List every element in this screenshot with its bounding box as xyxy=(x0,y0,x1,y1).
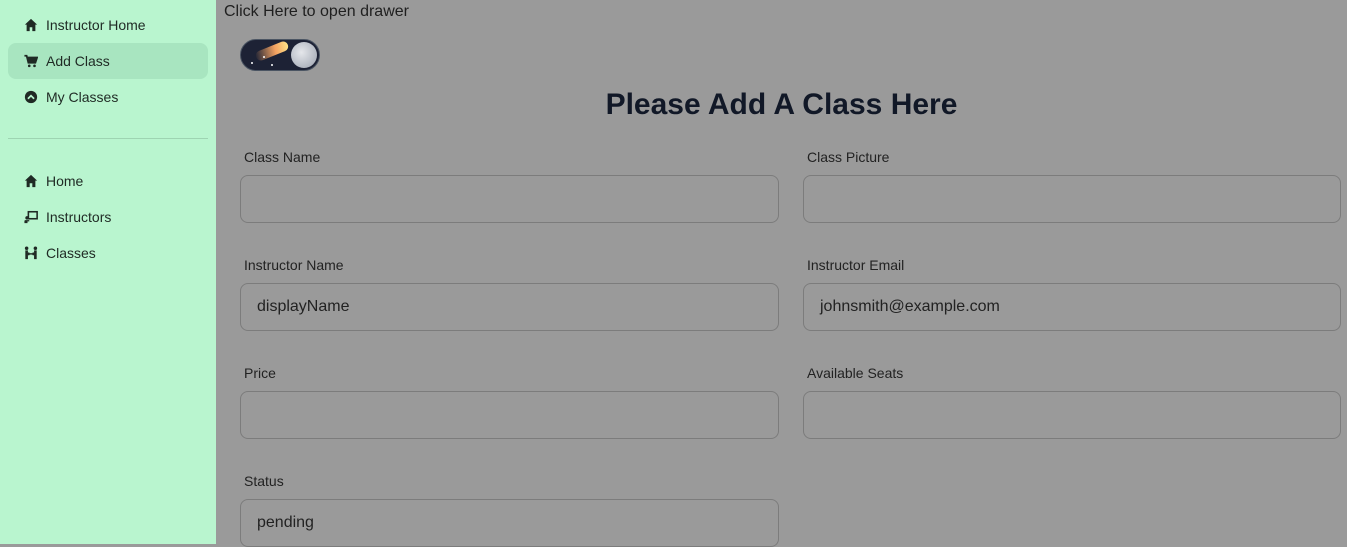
cart-icon xyxy=(24,54,38,68)
instructor-name-label: Instructor Name xyxy=(244,257,344,273)
main-content: Click Here to open drawer Please Add A C… xyxy=(216,0,1347,547)
sidebar-item-my-classes[interactable]: My Classes xyxy=(8,79,208,115)
sidebar-item-instructors[interactable]: Instructors xyxy=(8,199,208,235)
status-input[interactable]: pending xyxy=(240,499,779,547)
price-input[interactable] xyxy=(240,391,779,439)
sidebar: Instructor Home Add Class My Classes Hom… xyxy=(0,0,216,544)
comet-icon xyxy=(254,40,290,63)
home-icon xyxy=(24,174,38,188)
sidebar-item-label: Instructor Home xyxy=(46,17,146,33)
class-name-label: Class Name xyxy=(244,149,321,165)
class-picture-label: Class Picture xyxy=(807,149,890,165)
star-icon xyxy=(251,62,253,64)
sidebar-item-label: My Classes xyxy=(46,89,119,105)
available-seats-label: Available Seats xyxy=(807,365,904,381)
status-label: Status xyxy=(244,473,284,489)
open-drawer-link[interactable]: Click Here to open drawer xyxy=(224,3,409,21)
sidebar-divider xyxy=(8,138,208,139)
star-icon xyxy=(271,64,273,66)
star-icon xyxy=(263,56,265,58)
class-name-input[interactable] xyxy=(240,175,779,223)
instructor-email-label: Instructor Email xyxy=(807,257,905,273)
sidebar-item-instructor-home[interactable]: Instructor Home xyxy=(8,7,208,43)
chevron-up-circle-icon xyxy=(24,90,38,104)
sidebar-item-add-class[interactable]: Add Class xyxy=(8,43,208,79)
price-label: Price xyxy=(244,365,276,381)
moon-icon xyxy=(291,42,317,68)
page-title: Please Add A Class Here xyxy=(605,88,958,121)
sidebar-item-label: Instructors xyxy=(46,209,112,225)
sidebar-item-classes[interactable]: Classes xyxy=(8,235,208,271)
class-picture-input[interactable] xyxy=(803,175,1341,223)
sidebar-item-label: Add Class xyxy=(46,53,110,69)
chalkboard-teacher-icon xyxy=(24,210,38,224)
instructor-email-input[interactable]: johnsmith@example.com xyxy=(803,283,1341,331)
available-seats-input[interactable] xyxy=(803,391,1341,439)
sidebar-item-label: Home xyxy=(46,173,84,189)
instructor-name-input[interactable]: displayName xyxy=(240,283,779,331)
sidebar-item-label: Classes xyxy=(46,245,96,261)
home-icon xyxy=(24,18,38,32)
sidebar-item-home[interactable]: Home xyxy=(8,163,208,199)
theme-toggle[interactable] xyxy=(240,39,320,71)
people-arrows-icon xyxy=(24,246,38,260)
